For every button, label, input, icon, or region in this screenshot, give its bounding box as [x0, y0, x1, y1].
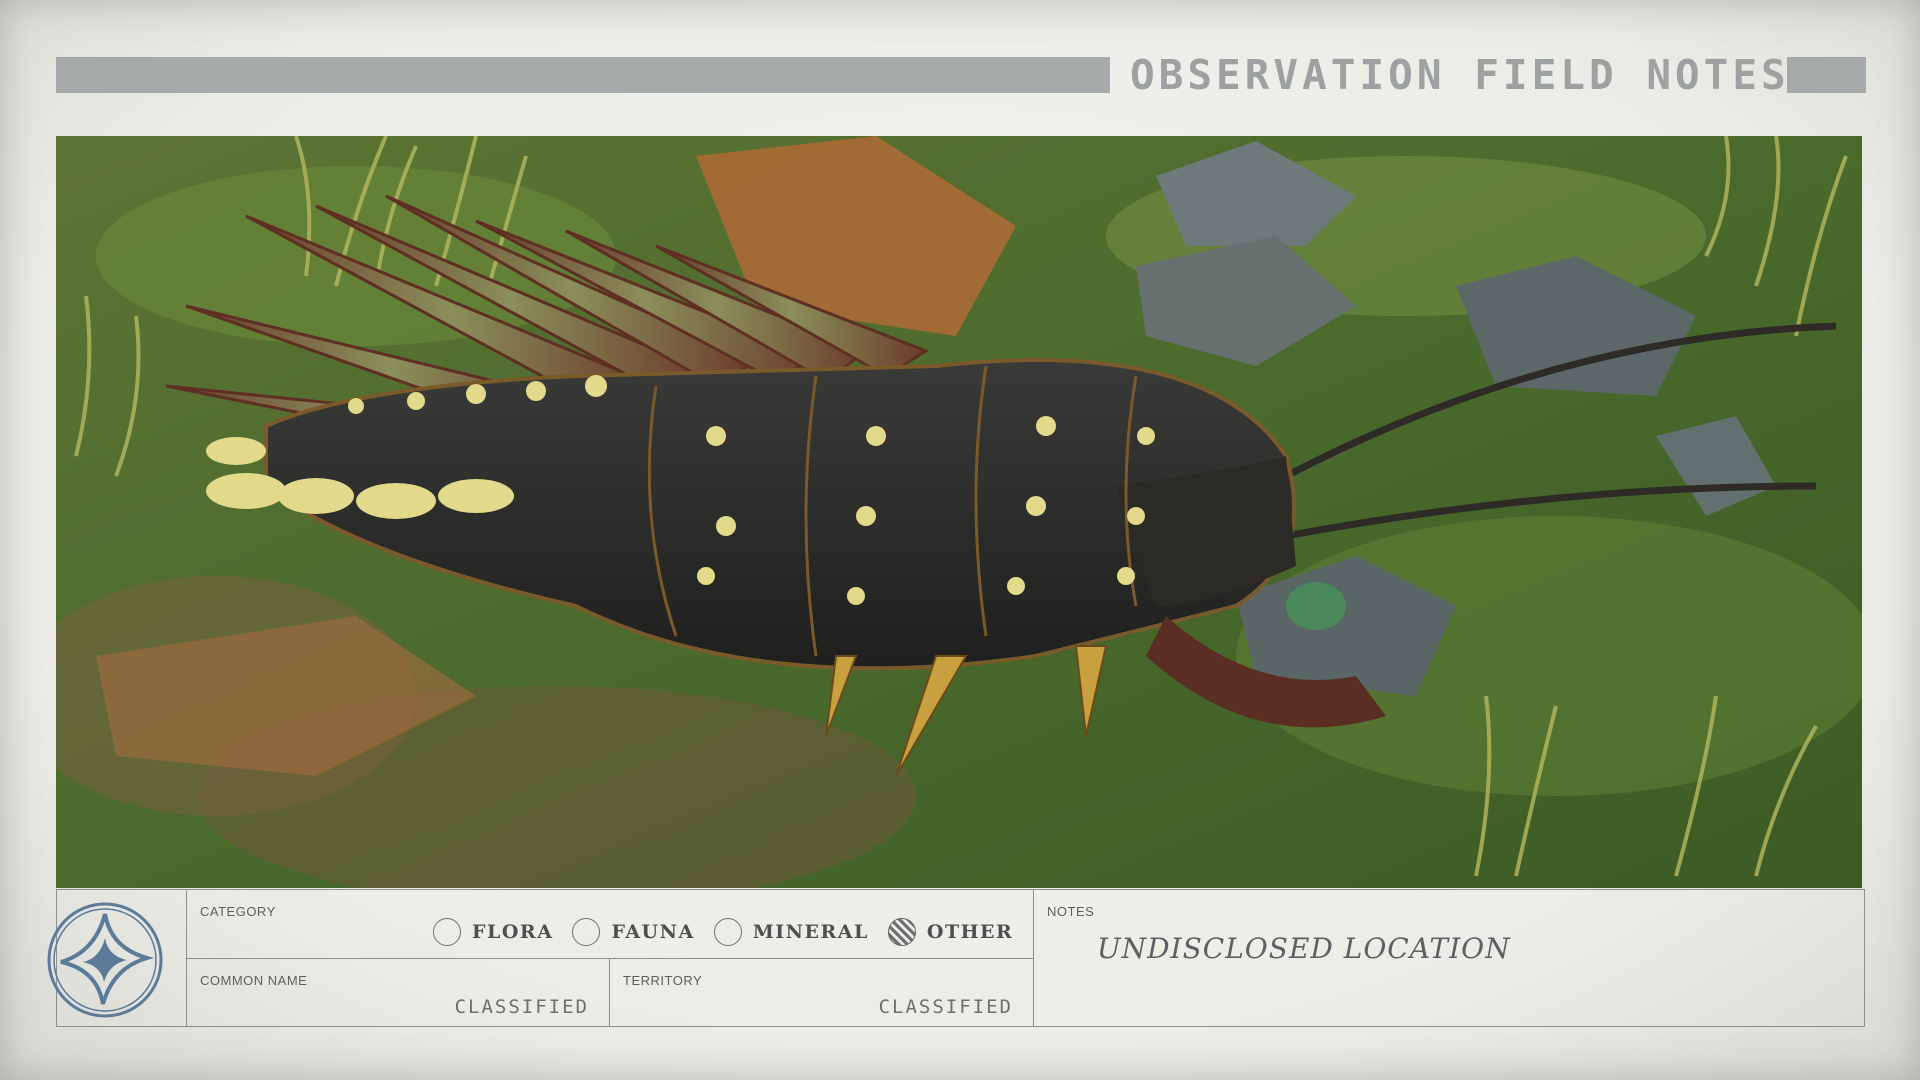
other-radio[interactable]: [887, 918, 916, 946]
title-bar-left-stripe: [56, 57, 1110, 93]
category-label: CATEGORY: [200, 904, 276, 919]
notes-label: NOTES: [1047, 904, 1095, 919]
flora-label: FLORA: [472, 921, 554, 943]
notes-value: UNDISCLOSED LOCATION: [1097, 932, 1511, 965]
logo-cell: [47, 890, 187, 1026]
category-cell: CATEGORY FLORA FAUNA MINERAL OTHER: [187, 890, 1034, 959]
field-notes-card: OBSERVATION FIELD NOTES CATEGORY FLORA F…: [0, 0, 1920, 1080]
specimen-photo-illustration: [56, 136, 1862, 888]
mineral-label: MINERAL: [752, 921, 869, 943]
category-options: FLORA FAUNA MINERAL OTHER: [433, 914, 1032, 950]
title-bar: OBSERVATION FIELD NOTES: [56, 53, 1866, 97]
page-title: OBSERVATION FIELD NOTES: [1130, 51, 1790, 99]
flora-radio[interactable]: [433, 918, 461, 946]
mineral-radio[interactable]: [713, 918, 742, 946]
common-name-label: COMMON NAME: [200, 973, 308, 988]
specimen-info-form: CATEGORY FLORA FAUNA MINERAL OTHER COMMO…: [47, 889, 1865, 1027]
common-name-cell: COMMON NAME CLASSIFIED: [187, 959, 610, 1026]
category-option-fauna[interactable]: FAUNA: [572, 918, 694, 946]
category-option-flora[interactable]: FLORA: [433, 918, 553, 946]
fauna-label: FAUNA: [611, 921, 695, 943]
territory-label: TERRITORY: [623, 973, 703, 988]
common-name-value: CLASSIFIED: [454, 996, 589, 1018]
star-emblem-icon: [47, 902, 163, 1018]
specimen-photo: [56, 136, 1862, 888]
category-option-mineral[interactable]: MINERAL: [713, 918, 869, 946]
territory-cell: TERRITORY CLASSIFIED: [610, 959, 1034, 1026]
other-label: OTHER: [926, 921, 1014, 943]
notes-cell: NOTES UNDISCLOSED LOCATION: [1034, 890, 1864, 1026]
category-option-other[interactable]: OTHER: [887, 918, 1014, 946]
fauna-radio[interactable]: [572, 918, 601, 946]
territory-value: CLASSIFIED: [878, 996, 1013, 1018]
title-bar-right-stripe: [1787, 57, 1866, 93]
